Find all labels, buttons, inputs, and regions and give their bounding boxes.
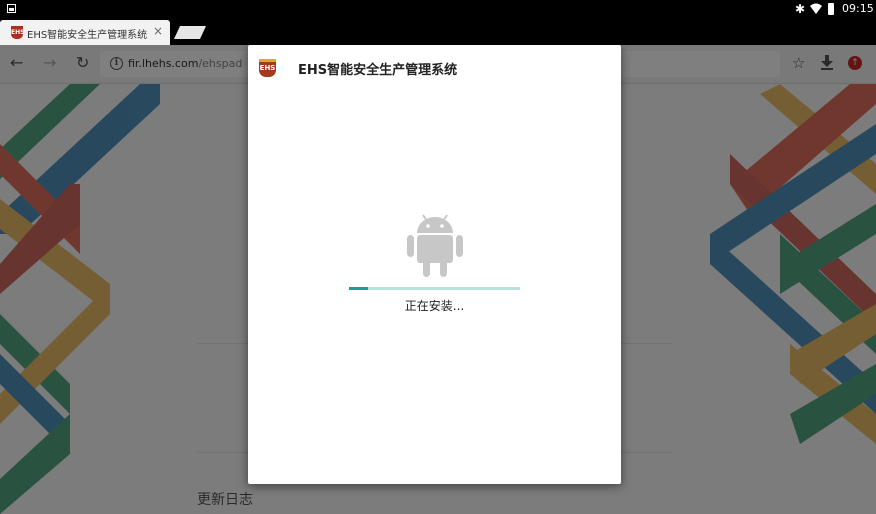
install-progress-fill	[349, 287, 368, 290]
install-dialog: EHS EHS智能安全生产管理系统 正在安装...	[248, 45, 621, 484]
tab-strip: EHS EHS智能安全生产管理系统 ×	[0, 18, 876, 45]
install-status-text: 正在安装...	[404, 299, 465, 313]
browser-tab[interactable]: EHS EHS智能安全生产管理系统 ×	[0, 20, 170, 45]
dialog-title: EHS智能安全生产管理系统	[298, 63, 458, 78]
wifi-icon	[810, 3, 822, 14]
status-bar: ✱ 09:15	[0, 0, 876, 18]
site-favicon-icon: EHS	[11, 26, 24, 39]
install-progress-bar	[349, 287, 520, 290]
bluetooth-icon: ✱	[795, 2, 806, 16]
app-icon: EHS	[259, 59, 276, 77]
image-notification-icon	[7, 4, 16, 13]
tab-close-icon[interactable]: ×	[153, 24, 163, 38]
tab-title: EHS智能安全生产管理系统	[27, 30, 148, 41]
status-clock: 09:15	[842, 2, 874, 15]
battery-icon	[828, 3, 834, 15]
android-icon	[407, 214, 463, 277]
